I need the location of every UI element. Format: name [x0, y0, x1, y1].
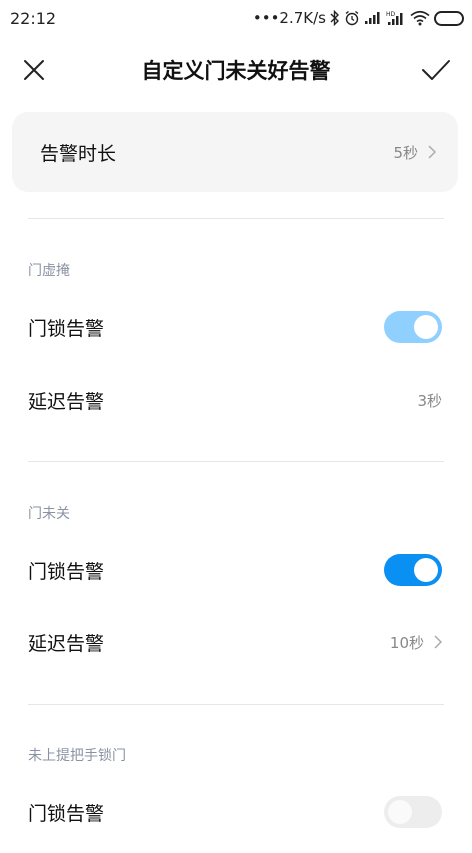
row-door-open-lock-alert: 门锁告警 [0, 538, 472, 602]
lock-alert-label: 门锁告警 [28, 560, 105, 583]
page-title: 自定义门未关好告警 [141, 59, 331, 83]
signal-icon [364, 9, 382, 27]
handle-not-lifted-lock-alert-toggle[interactable] [384, 796, 442, 828]
section-title-door-ajar: 门虚掩 [28, 263, 70, 279]
delay-alert-label: 延迟告警 [28, 390, 105, 413]
section-title-handle-not-lifted: 未上提把手锁门 [28, 748, 126, 764]
door-ajar-lock-alert-toggle[interactable] [384, 311, 442, 343]
door-ajar-delay-value: 3秒 [417, 391, 442, 410]
network-speed: •••2.7K/s [252, 9, 326, 27]
title-bar: 自定义门未关好告警 [0, 40, 472, 100]
lock-alert-label: 门锁告警 [28, 802, 105, 825]
divider [28, 461, 444, 462]
row-door-ajar-lock-alert: 门锁告警 [0, 295, 472, 359]
alert-duration-value: 5秒 [393, 143, 418, 162]
alert-duration-item[interactable]: 告警时长 5秒 [12, 112, 458, 192]
alert-duration-label: 告警时长 [40, 142, 117, 165]
wifi-icon [410, 9, 430, 27]
delay-alert-label: 延迟告警 [28, 632, 105, 655]
alarm-icon [344, 9, 360, 27]
divider [28, 218, 444, 219]
row-door-open-delay-alert[interactable]: 延迟告警 10秒 [0, 610, 472, 674]
svg-text:HD: HD [386, 11, 396, 18]
door-open-delay-value: 10秒 [389, 633, 424, 652]
close-icon [24, 60, 44, 80]
status-icons: •••2.7K/s HD [253, 9, 464, 27]
row-door-ajar-delay-alert[interactable]: 延迟告警 3秒 [0, 368, 472, 432]
status-time: 22:12 [10, 8, 57, 28]
chevron-right-icon [428, 145, 436, 159]
hd-signal-icon: HD [386, 9, 406, 27]
bluetooth-icon [330, 9, 340, 27]
status-bar: 22:12 •••2.7K/s HD [0, 0, 472, 36]
battery-icon [434, 9, 464, 27]
section-title-door-open: 门未关 [28, 506, 70, 522]
divider [28, 704, 444, 705]
row-handle-not-lifted-lock-alert: 门锁告警 [0, 780, 472, 844]
chevron-right-icon [434, 635, 442, 649]
close-button[interactable] [16, 52, 52, 88]
confirm-button[interactable] [418, 52, 454, 88]
door-open-lock-alert-toggle[interactable] [384, 554, 442, 586]
alert-duration-value-group: 5秒 [393, 142, 436, 163]
lock-alert-label: 门锁告警 [28, 317, 105, 340]
check-icon [422, 60, 450, 80]
door-open-delay-value-group: 10秒 [390, 632, 442, 653]
